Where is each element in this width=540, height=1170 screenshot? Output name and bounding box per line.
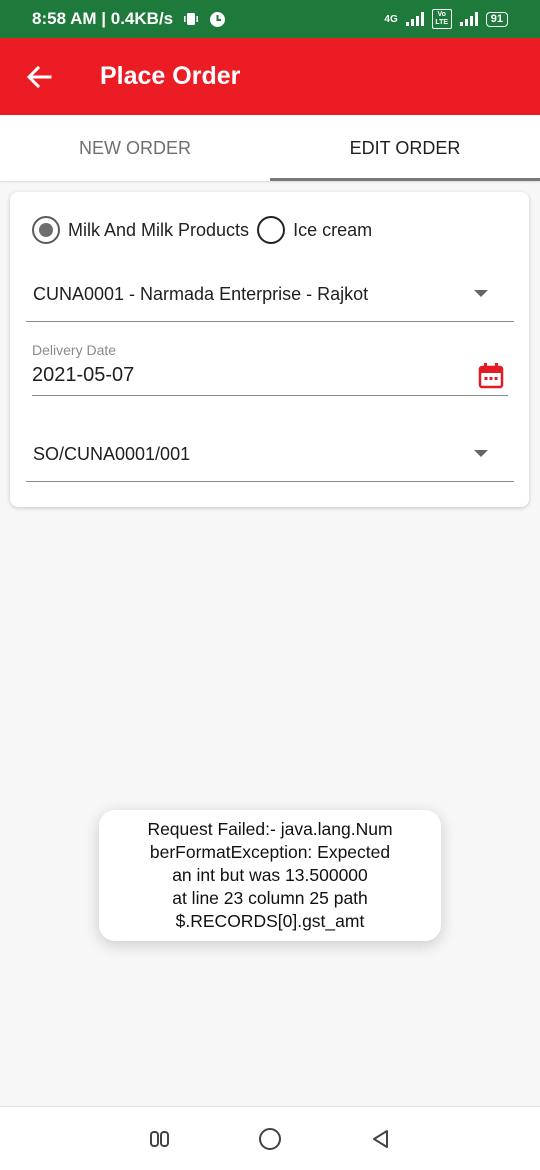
vibrate-icon <box>184 13 199 25</box>
delivery-date-label: Delivery Date <box>32 342 117 358</box>
app-bar: Place Order <box>0 38 540 115</box>
recents-button[interactable] <box>148 1127 172 1151</box>
signal-icon-2 <box>459 12 478 26</box>
radio-label: Milk And Milk Products <box>68 219 250 240</box>
battery-icon: 91 <box>485 11 508 27</box>
signal-icon <box>405 12 424 26</box>
category-radio-group: Milk And Milk Products Ice cream <box>32 216 380 244</box>
recents-icon <box>150 1130 169 1147</box>
tab-new-order[interactable]: NEW ORDER <box>0 115 270 181</box>
status-bar: 8:58 AM | 0.4KB/s 4G Vo LTE 91 <box>0 0 540 38</box>
order-form-card: Milk And Milk Products Ice cream CUNA000… <box>10 192 529 507</box>
volte-badge: Vo LTE <box>431 9 452 29</box>
status-time: 8:58 AM | 0.4KB/s <box>32 9 174 28</box>
arrow-left-icon <box>26 65 52 88</box>
page-title: Place Order <box>100 62 241 90</box>
back-button[interactable] <box>0 38 78 115</box>
order-number-dropdown[interactable]: SO/CUNA0001/001 <box>26 428 514 482</box>
home-icon <box>259 1127 281 1150</box>
dropdown-arrow-icon <box>474 290 488 297</box>
radio-label: Ice cream <box>293 219 373 240</box>
tab-edit-order[interactable]: EDIT ORDER <box>270 115 540 181</box>
customer-dropdown-value: CUNA0001 - Narmada Enterprise - Rajkot <box>33 284 369 304</box>
tab-bar: NEW ORDER EDIT ORDER <box>0 115 540 181</box>
dropdown-arrow-icon <box>474 450 488 457</box>
radio-checked-icon <box>32 216 60 244</box>
delivery-date-field[interactable]: Delivery Date 2021-05-07 <box>32 340 508 396</box>
data-saver-icon <box>210 11 226 27</box>
radio-milk-products[interactable]: Milk And Milk Products <box>32 216 249 244</box>
back-triangle-icon <box>373 1129 388 1148</box>
order-number-value: SO/CUNA0001/001 <box>33 444 191 464</box>
network-type: 4G <box>384 13 398 25</box>
calendar-icon[interactable] <box>478 362 504 390</box>
radio-ice-cream[interactable]: Ice cream <box>257 216 372 244</box>
customer-dropdown[interactable]: CUNA0001 - Narmada Enterprise - Rajkot <box>26 268 514 322</box>
radio-unchecked-icon <box>257 216 286 244</box>
error-toast: Request Failed:- java.lang.Num berFormat… <box>99 810 441 941</box>
back-nav-button[interactable] <box>368 1127 392 1151</box>
delivery-date-value: 2021-05-07 <box>32 364 135 386</box>
home-button[interactable] <box>258 1127 282 1151</box>
system-nav-bar <box>0 1106 540 1170</box>
